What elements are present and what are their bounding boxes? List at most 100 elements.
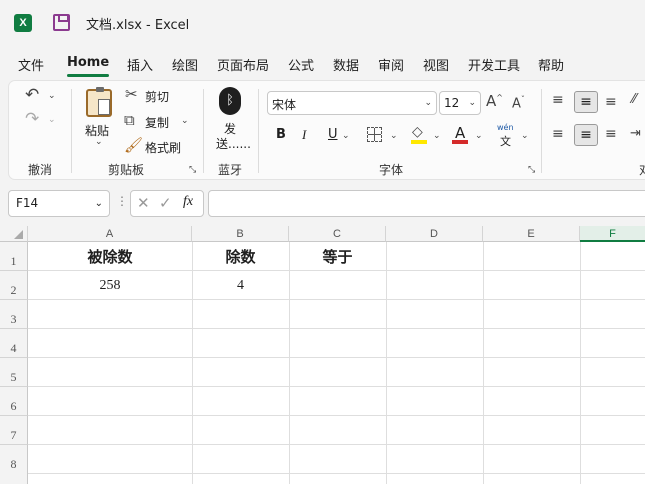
row-header-2[interactable]: 2 bbox=[0, 271, 28, 300]
column-header-e[interactable]: E bbox=[483, 226, 580, 242]
formula-bar: F14 ⌄ ⋮ ✕ ✓ fx bbox=[0, 182, 645, 226]
fill-color-swatch bbox=[411, 140, 427, 144]
gridline bbox=[580, 242, 581, 484]
tab-formulas[interactable]: 公式 bbox=[288, 55, 314, 74]
font-name-dropdown[interactable]: 宋体 ⌄ bbox=[267, 91, 437, 115]
gridline bbox=[28, 444, 645, 445]
format-painter-icon[interactable]: 🖌 bbox=[124, 138, 143, 153]
cell-c1[interactable]: 等于 bbox=[289, 246, 386, 267]
paste-dropdown-icon[interactable]: ⌄ bbox=[95, 137, 103, 147]
underline-dropdown-icon[interactable]: ⌄ bbox=[342, 131, 350, 141]
align-middle-icon[interactable]: ≡ bbox=[574, 91, 598, 113]
cut-button[interactable]: 剪切 bbox=[145, 88, 169, 105]
ribbon: ↶ ⌄ ↷ ⌄ 撤消 粘贴 ⌄ ✂ 剪切 ⧉ 复制 ⌄ 🖌 格式刷 剪贴板 ⤡ … bbox=[8, 80, 645, 180]
clipboard-group-label: 剪贴板 bbox=[108, 163, 145, 177]
enter-icon[interactable]: ✓ bbox=[159, 194, 172, 212]
group-separator bbox=[203, 89, 204, 173]
column-header-d[interactable]: D bbox=[386, 226, 483, 242]
tab-home[interactable]: Home bbox=[67, 55, 109, 70]
copy-icon[interactable]: ⧉ bbox=[124, 113, 135, 128]
tab-help[interactable]: 帮助 bbox=[538, 55, 564, 74]
cell-b1[interactable]: 除数 bbox=[192, 246, 289, 267]
italic-button[interactable]: I bbox=[302, 127, 306, 143]
cell-a1[interactable]: 被除数 bbox=[28, 246, 192, 267]
excel-logo-letter: X bbox=[19, 17, 27, 29]
row-header-8[interactable]: 8 bbox=[0, 445, 28, 484]
border-icon[interactable] bbox=[367, 127, 382, 142]
formula-input[interactable] bbox=[208, 190, 645, 217]
align-bottom-icon[interactable]: ≡ bbox=[605, 95, 617, 109]
orientation-icon[interactable]: ⁄⁄ bbox=[632, 93, 636, 106]
paste-icon[interactable] bbox=[86, 87, 112, 117]
underline-button[interactable]: U bbox=[328, 127, 338, 142]
column-header-a[interactable]: A bbox=[28, 226, 192, 242]
row-header-1[interactable]: 1 bbox=[0, 242, 28, 271]
format-painter-button[interactable]: 格式刷 bbox=[145, 139, 181, 156]
tab-developer[interactable]: 开发工具 bbox=[468, 55, 520, 74]
font-color-dropdown-icon[interactable]: ⌄ bbox=[475, 131, 483, 141]
font-group-label: 字体 bbox=[379, 163, 404, 177]
clipboard-launcher-icon[interactable]: ⤡ bbox=[189, 165, 196, 175]
font-launcher-icon[interactable]: ⤡ bbox=[528, 165, 535, 175]
decrease-font-size-icon[interactable]: Aˇ bbox=[512, 96, 525, 111]
cell-a2[interactable]: 258 bbox=[28, 278, 192, 294]
insert-function-button[interactable]: fx bbox=[183, 194, 193, 210]
align-right-icon[interactable]: ≡ bbox=[605, 127, 617, 141]
column-header-c[interactable]: C bbox=[289, 226, 386, 242]
row-header-6[interactable]: 6 bbox=[0, 387, 28, 416]
tab-insert[interactable]: 插入 bbox=[127, 55, 153, 74]
gridline bbox=[28, 270, 645, 271]
chevron-down-icon: ⌄ bbox=[94, 198, 103, 209]
border-dropdown-icon[interactable]: ⌄ bbox=[390, 131, 398, 141]
undo-icon[interactable]: ↶ bbox=[25, 87, 39, 104]
fill-color-icon[interactable]: ◇ bbox=[412, 125, 423, 139]
bluetooth-icon[interactable]: ᛒ bbox=[219, 87, 241, 115]
align-left-icon[interactable]: ≡ bbox=[552, 127, 564, 141]
cell-b2[interactable]: 4 bbox=[192, 278, 289, 294]
save-icon[interactable] bbox=[53, 14, 70, 31]
font-color-swatch bbox=[452, 140, 468, 144]
align-center-icon[interactable]: ≡ bbox=[574, 124, 598, 146]
align-top-icon[interactable]: ≡ bbox=[552, 93, 564, 107]
tab-file[interactable]: 文件 bbox=[18, 55, 44, 74]
more-options-icon[interactable]: ⋮ bbox=[116, 194, 128, 208]
row-header-5[interactable]: 5 bbox=[0, 358, 28, 387]
copy-dropdown-icon[interactable]: ⌄ bbox=[181, 116, 189, 126]
row-header-7[interactable]: 7 bbox=[0, 416, 28, 445]
redo-icon[interactable]: ↷ bbox=[25, 111, 39, 128]
increase-font-size-icon[interactable]: A^ bbox=[486, 94, 503, 109]
excel-logo-icon: X bbox=[14, 14, 32, 32]
spreadsheet-grid: A B C D E F 1 2 3 4 5 6 7 8 被除数 除数 等于 25… bbox=[0, 226, 645, 484]
tab-review[interactable]: 审阅 bbox=[378, 55, 404, 74]
tab-page-layout[interactable]: 页面布局 bbox=[217, 55, 269, 74]
name-box[interactable]: F14 ⌄ bbox=[8, 190, 110, 217]
scissors-icon[interactable]: ✂ bbox=[125, 87, 138, 102]
active-tab-indicator bbox=[67, 74, 109, 77]
phonetic-guide-icon[interactable]: 文 bbox=[500, 133, 511, 149]
font-size-dropdown[interactable]: 12 ⌄ bbox=[439, 91, 481, 115]
select-all-corner[interactable] bbox=[0, 226, 28, 242]
name-box-value: F14 bbox=[16, 196, 39, 210]
column-header-b[interactable]: B bbox=[192, 226, 289, 242]
redo-dropdown-icon[interactable]: ⌄ bbox=[48, 115, 56, 125]
row-header-3[interactable]: 3 bbox=[0, 300, 28, 329]
bold-button[interactable]: B bbox=[276, 127, 286, 142]
phonetic-guide-top[interactable]: wén bbox=[497, 123, 514, 132]
tab-data[interactable]: 数据 bbox=[333, 55, 359, 74]
font-size-value: 12 bbox=[444, 96, 460, 110]
tab-draw[interactable]: 绘图 bbox=[172, 55, 198, 74]
undo-dropdown-icon[interactable]: ⌄ bbox=[48, 91, 56, 101]
phonetic-dropdown-icon[interactable]: ⌄ bbox=[521, 131, 529, 141]
gridline bbox=[28, 357, 645, 358]
bluetooth-send-label-2[interactable]: 送...... bbox=[216, 135, 251, 152]
tab-view[interactable]: 视图 bbox=[423, 55, 449, 74]
group-separator bbox=[258, 89, 259, 173]
indent-icon[interactable]: ⇥ bbox=[630, 127, 641, 140]
undo-group-label: 撤消 bbox=[28, 163, 53, 177]
row-header-4[interactable]: 4 bbox=[0, 329, 28, 358]
copy-button[interactable]: 复制 bbox=[145, 114, 169, 131]
column-header-f[interactable]: F bbox=[580, 226, 645, 242]
fill-color-dropdown-icon[interactable]: ⌄ bbox=[433, 131, 441, 141]
select-all-icon bbox=[14, 230, 23, 239]
cancel-icon[interactable]: ✕ bbox=[137, 194, 150, 212]
